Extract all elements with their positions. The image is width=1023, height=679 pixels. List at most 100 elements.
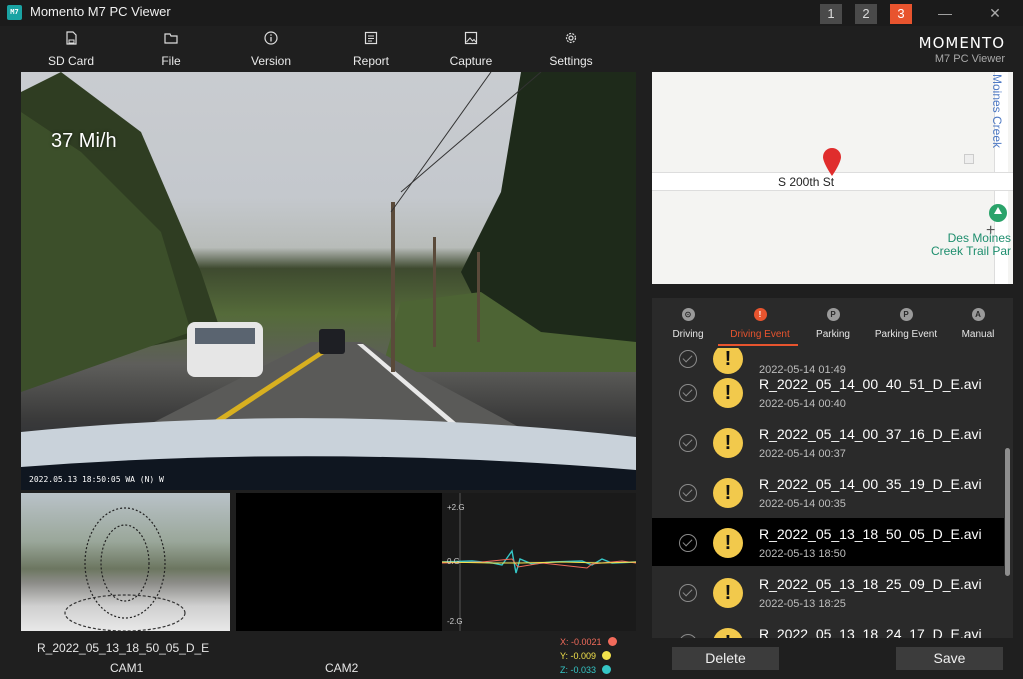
version-label: Version [250,54,292,68]
tab-label: Driving [672,329,704,340]
report-label: Report [352,54,390,68]
tab-label: Manual [961,329,995,340]
check-icon[interactable] [679,434,697,452]
report-icon [364,31,378,45]
file-date: 2022-05-14 00:35 [759,498,846,510]
image-icon [464,31,478,45]
driving-icon: ⊙ [681,308,695,321]
map-marker-square [964,154,974,164]
g-sensor-plot [442,493,636,631]
z-dot-icon [602,665,612,674]
sd-card-button[interactable]: SD Card [31,30,111,68]
power-line [390,72,492,213]
cam1-label: CAM1 [110,661,144,675]
location-pin-icon [823,148,841,176]
check-icon[interactable] [679,584,697,602]
version-button[interactable]: Version [231,30,311,68]
report-button[interactable]: Report [331,30,411,68]
list-item[interactable]: ! R_2022_05_13_18_25_09_D_E.avi 2022-05-… [652,568,1004,616]
y-readout: Y: -0.009 [560,651,612,661]
parking-event-icon: P [899,308,913,321]
manual-icon: A [971,308,985,321]
dark-car [319,329,345,354]
tab-label: Parking [816,329,850,340]
brand-subtitle: M7 PC Viewer [934,53,1005,65]
warning-icon: ! [713,428,743,458]
folder-icon [164,33,178,44]
tab-driving-event[interactable]: ! Driving Event [724,308,796,340]
file-date: 2022-05-13 18:25 [759,598,846,610]
capture-label: Capture [449,54,493,68]
tab-label: Parking Event [874,329,938,340]
map-view[interactable]: S 200th St Moines Creek Des Moines Creek… [652,72,1013,284]
cam2-label: CAM2 [325,661,359,675]
tab-driving[interactable]: ⊙ Driving [652,308,724,340]
file-name: R_2022_05_13_18_24_17_D_E.avi [759,626,982,638]
creek-trail-label: Des Moines Creek Trail Par [931,232,1011,258]
toolbar: SD Card File Version Report Capture Sett… [0,26,1023,72]
close-button[interactable]: ✕ [983,2,1007,24]
app-title: Momento M7 PC Viewer [30,4,171,19]
x-readout: X: -0.0021 [560,637,617,647]
title-bar: M7 Momento M7 PC Viewer 1 2 3 — ✕ [0,0,1023,26]
file-button[interactable]: File [131,30,211,68]
file-name: R_2022_05_14_00_37_16_D_E.avi [759,426,982,442]
brand-wordmark: MOMENTO [918,34,1005,52]
delete-button[interactable]: Delete [672,647,779,670]
cam2-preview[interactable] [236,493,442,631]
alert-icon: ! [753,308,767,321]
list-item[interactable]: ! R_2022_05_14_00_35_19_D_E.avi 2022-05-… [652,468,1004,516]
file-name: R_2022_05_13_18_25_09_D_E.avi [759,576,982,592]
cam1-scene [64,507,186,631]
tab-manual[interactable]: A Manual [942,308,1014,340]
parking-icon: P [826,308,840,321]
capture-button[interactable]: Capture [431,30,511,68]
check-icon[interactable] [679,350,697,368]
list-item[interactable]: ! R_2022_05_14_00_37_16_D_E.avi 2022-05-… [652,418,1004,466]
speed-readout: 37 Mi/h [51,130,117,152]
check-icon[interactable] [679,634,697,638]
utility-pole [433,237,436,347]
list-item[interactable]: ! R_2022_05_14_00_40_51_D_E.avi 2022-05-… [652,368,1004,416]
tab-parking-event[interactable]: P Parking Event [870,308,942,340]
cam-1-button[interactable]: 1 [820,4,842,24]
check-icon[interactable] [679,534,697,552]
file-date: 2022-05-13 18:50 [759,548,846,560]
file-list-scrollbar[interactable] [1005,448,1010,576]
sd-card-icon [66,31,77,45]
settings-button[interactable]: Settings [531,30,611,68]
warning-icon: ! [713,528,743,558]
z-readout: Z: -0.033 [560,665,612,675]
list-item[interactable]: ! R_2022_05_13_18_24_17_D_E.avi [652,618,1004,638]
moines-creek-label: Moines Creek [990,74,1004,149]
video-timestamp: 2022.05.13 18:50:05 WA (N) W [29,475,164,484]
z-readout-text: Z: -0.033 [560,665,597,675]
gear-icon [565,32,577,44]
tab-label: Driving Event [730,329,790,340]
file-name: R_2022_05_14_00_35_19_D_E.avi [759,476,982,492]
file-label: File [161,54,181,68]
check-icon[interactable] [679,484,697,502]
creek-label-line2: Creek Trail Par [930,244,1011,258]
cam1-preview[interactable] [21,493,230,631]
settings-label: Settings [549,54,593,68]
list-item-selected[interactable]: ! R_2022_05_13_18_50_05_D_E.avi 2022-05-… [652,518,1004,566]
suv-window [195,328,255,344]
cam-2-button[interactable]: 2 [855,4,877,24]
app-logo: M7 [7,5,22,20]
event-tabs: ⊙ Driving ! Driving Event P Parking P Pa… [652,298,1013,348]
cam-3-button[interactable]: 3 [890,4,912,24]
tab-parking[interactable]: P Parking [797,308,869,340]
file-date: 2022-05-14 00:40 [759,398,846,410]
x-dot-icon [607,637,617,646]
info-icon [264,31,278,45]
save-button[interactable]: Save [896,647,1003,670]
g-mid-label: 0.G [447,557,460,566]
street-label: S 200th St [778,175,835,189]
wiper-pattern [100,524,150,602]
active-tab-indicator [718,344,798,346]
zoom-in-button[interactable]: + [986,222,995,240]
check-icon[interactable] [679,384,697,402]
main-video[interactable]: 37 Mi/h 2022.05.13 18:50:05 WA (N) W [21,72,636,490]
minimize-button[interactable]: — [933,2,957,24]
